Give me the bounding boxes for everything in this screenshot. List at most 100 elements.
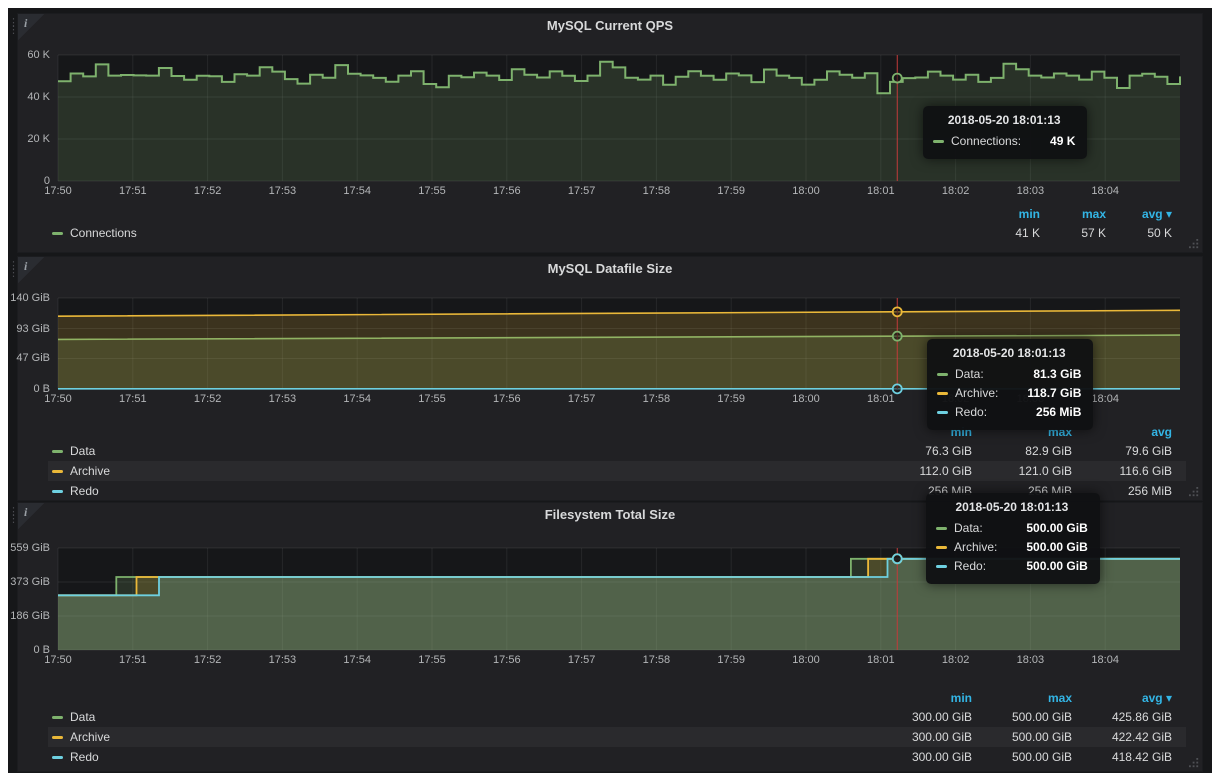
legend-swatch-icon[interactable]	[52, 450, 63, 453]
legend-value: 500.00 GiB	[986, 730, 1072, 744]
tooltip-series-row: Data:81.3 GiB	[937, 365, 1081, 384]
x-axis-tick: 17:54	[325, 185, 389, 197]
legend-swatch-icon[interactable]	[52, 736, 63, 739]
panel-title[interactable]: MySQL Datafile Size	[18, 261, 1202, 276]
x-axis-tick: 17:59	[699, 185, 763, 197]
x-axis-tick: 17:55	[400, 654, 464, 666]
legend-value: 422.42 GiB	[1086, 730, 1172, 744]
legend-series-archive[interactable]: Archive	[48, 730, 110, 744]
legend-series-data[interactable]: Data	[48, 710, 95, 724]
legend-value: 425.86 GiB	[1086, 710, 1172, 724]
legend-sort-max[interactable]: max	[1054, 207, 1106, 221]
x-axis-tick: 17:54	[325, 393, 389, 405]
x-axis-tick: 17:59	[699, 654, 763, 666]
x-axis-tick: 17:56	[475, 185, 539, 197]
legend-swatch-icon[interactable]	[52, 756, 63, 759]
row-drag-handle[interactable]: ⋮⋮	[8, 509, 18, 523]
legend-value: 112.0 GiB	[886, 464, 972, 478]
tooltip-timestamp: 2018-05-20 18:01:13	[936, 500, 1088, 514]
x-axis-tick: 17:50	[26, 185, 90, 197]
x-axis-tick: 18:02	[924, 654, 988, 666]
x-axis-tick: 17:50	[26, 654, 90, 666]
y-axis-tick: 559 GiB	[0, 542, 50, 554]
tooltip-swatch-icon	[936, 565, 947, 568]
legend-row: Archive300.00 GiB500.00 GiB422.42 GiB	[48, 727, 1186, 747]
x-axis-tick: 17:52	[176, 393, 240, 405]
legend-series-data[interactable]: Data	[48, 444, 95, 458]
crosshair-marker-archive	[893, 307, 902, 316]
legend-sort-avg[interactable]: avg ▾	[1086, 691, 1172, 705]
panel-title[interactable]: MySQL Current QPS	[18, 18, 1202, 33]
y-axis-tick: 140 GiB	[0, 292, 50, 304]
x-axis-tick: 17:58	[624, 393, 688, 405]
legend-value: 41 K	[988, 226, 1040, 240]
legend-sort-max[interactable]: max	[986, 691, 1072, 705]
legend-value: 50 K	[1120, 226, 1172, 240]
x-axis-tick: 18:00	[774, 185, 838, 197]
x-axis-tick: 18:00	[774, 393, 838, 405]
panel-info-icon[interactable]: i	[18, 503, 44, 529]
x-axis-tick: 18:01	[849, 393, 913, 405]
legend-row: Connections 41 K 57 K 50 K	[48, 223, 1186, 243]
tooltip-timestamp: 2018-05-20 18:01:13	[937, 346, 1081, 360]
x-axis-tick: 17:53	[250, 185, 314, 197]
y-axis-tick: 20 K	[0, 133, 50, 145]
legend-swatch-icon[interactable]	[52, 490, 63, 493]
y-axis-tick: 373 GiB	[0, 576, 50, 588]
legend: minmax avg ▾ Connections 41 K 57 K 50 K	[48, 205, 1186, 243]
x-axis-tick: 17:57	[550, 654, 614, 666]
legend-row: Redo300.00 GiB500.00 GiB418.42 GiB	[48, 747, 1186, 767]
legend-sort-min[interactable]: min	[988, 207, 1040, 221]
legend-value: 300.00 GiB	[886, 710, 972, 724]
legend-value: 500.00 GiB	[986, 750, 1072, 764]
crosshair-marker-connections	[893, 74, 902, 83]
x-axis-tick: 17:51	[101, 393, 165, 405]
x-axis-tick: 17:53	[250, 393, 314, 405]
legend-value: 76.3 GiB	[886, 444, 972, 458]
legend-series-redo[interactable]: Redo	[48, 484, 99, 498]
y-axis-tick: 60 K	[0, 49, 50, 61]
panel-info-icon[interactable]: i	[18, 14, 44, 40]
panel-resize-grip[interactable]	[1189, 758, 1200, 769]
legend: minmax avg ▾ Data 300.00 GiB 500.00 GiB 425.8…	[48, 689, 1186, 767]
y-axis-tick: 47 GiB	[0, 352, 50, 364]
legend-swatch-icon[interactable]	[52, 470, 63, 473]
panel-resize-grip[interactable]	[1189, 239, 1200, 250]
legend-series-archive[interactable]: Archive	[48, 464, 110, 478]
chart-tooltip: 2018-05-20 18:01:13 Connections:49 K	[923, 106, 1087, 159]
tooltip-timestamp: 2018-05-20 18:01:13	[933, 113, 1075, 127]
tooltip-series-row: Archive:500.00 GiB	[936, 538, 1088, 557]
panel-resize-grip[interactable]	[1189, 487, 1200, 498]
tooltip-series-row: Connections:49 K	[933, 132, 1075, 151]
legend-value: 418.42 GiB	[1086, 750, 1172, 764]
panel-filesystem-total-size: i Filesystem Total Size minmaxavg ▾Data3…	[18, 503, 1202, 771]
legend-swatch-icon[interactable]	[52, 716, 63, 719]
chart-tooltip: 2018-05-20 18:01:13 Data:81.3 GiBArchive:…	[927, 339, 1093, 430]
legend-value: 121.0 GiB	[986, 464, 1072, 478]
crosshair-marker-redo	[893, 554, 902, 563]
legend-swatch-icon[interactable]	[52, 232, 63, 235]
legend-sort-avg[interactable]: avg ▾	[1120, 207, 1172, 221]
tooltip-series-row: Archive:118.7 GiB	[937, 384, 1081, 403]
x-axis-tick: 17:51	[101, 654, 165, 666]
x-axis-tick: 18:04	[1073, 654, 1137, 666]
legend: minmaxavgData76.3 GiB82.9 GiB79.6 GiBArc…	[48, 423, 1186, 501]
legend-row: Data76.3 GiB82.9 GiB79.6 GiB	[48, 441, 1186, 461]
tooltip-swatch-icon	[937, 411, 948, 414]
grafana-dashboard: ⋮⋮ ⋮⋮ ⋮⋮ i MySQL Current QPS minmaxavg ▾…	[8, 8, 1212, 773]
x-axis-tick: 17:55	[400, 393, 464, 405]
legend-series-connections[interactable]: Connections	[48, 226, 137, 240]
legend-value: 57 K	[1054, 226, 1106, 240]
x-axis-tick: 17:56	[475, 393, 539, 405]
legend-sort-avg[interactable]: avg	[1086, 425, 1172, 439]
legend-value: 500.00 GiB	[986, 710, 1072, 724]
tooltip-series-row: Redo:256 MiB	[937, 403, 1081, 422]
x-axis-tick: 17:56	[475, 654, 539, 666]
legend-series-redo[interactable]: Redo	[48, 750, 99, 764]
tooltip-swatch-icon	[936, 546, 947, 549]
row-drag-handle[interactable]: ⋮⋮	[8, 263, 18, 277]
legend-sort-min[interactable]: min	[886, 691, 972, 705]
row-drag-handle[interactable]: ⋮⋮	[8, 20, 18, 34]
x-axis-tick: 18:03	[998, 185, 1062, 197]
panel-info-icon[interactable]: i	[18, 257, 44, 283]
